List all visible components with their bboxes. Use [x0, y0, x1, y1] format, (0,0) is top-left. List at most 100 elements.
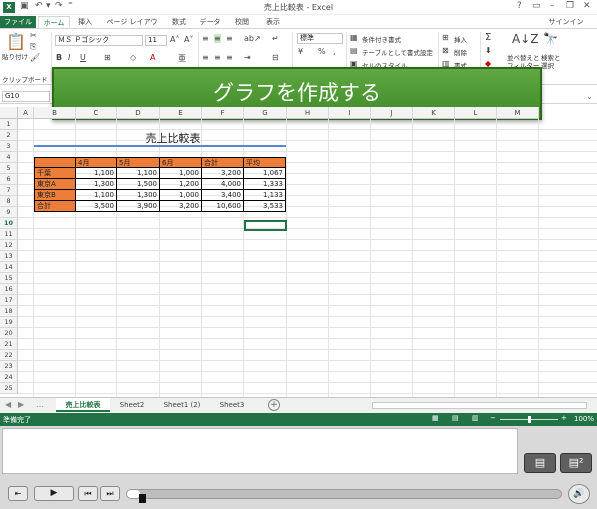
skip-forward-icon[interactable]: ⏭: [100, 486, 120, 501]
tab-review[interactable]: 校閲: [231, 16, 253, 28]
active-cell-cursor[interactable]: [244, 220, 287, 231]
play-icon[interactable]: ▶: [34, 486, 74, 501]
row-header-16[interactable]: 16: [0, 284, 18, 295]
column-header-K[interactable]: K: [413, 107, 455, 119]
row-header-22[interactable]: 22: [0, 350, 18, 361]
delete-cells-button[interactable]: 削除: [454, 47, 467, 57]
table-header-cell[interactable]: 4月: [76, 157, 117, 168]
underline-icon[interactable]: U: [80, 53, 86, 62]
row-header-19[interactable]: 19: [0, 317, 18, 328]
column-header-L[interactable]: L: [455, 107, 497, 119]
paste-icon[interactable]: 📋: [6, 32, 26, 51]
table-cell[interactable]: 1,333: [244, 179, 286, 190]
bold-icon[interactable]: B: [56, 53, 62, 62]
conditional-format-button[interactable]: 条件付き書式: [362, 34, 401, 44]
table-cell[interactable]: 1,100: [76, 168, 117, 179]
tab-file[interactable]: ファイル: [0, 16, 36, 28]
table-cell[interactable]: 1,133: [244, 190, 286, 201]
insert-cells-icon[interactable]: ⊞: [442, 33, 449, 42]
close-icon[interactable]: ✕: [583, 1, 591, 11]
align-bottom-icon[interactable]: ≡: [226, 34, 233, 43]
progress-thumb[interactable]: [139, 494, 147, 503]
row-header-24[interactable]: 24: [0, 372, 18, 383]
exit-icon[interactable]: ⇤: [8, 486, 28, 501]
conditional-format-icon[interactable]: ▦: [350, 33, 358, 42]
format-painter-icon[interactable]: 🖌: [30, 53, 40, 62]
find-select-button-line2[interactable]: 選択: [541, 60, 554, 70]
fill-color-icon[interactable]: ◇: [130, 53, 136, 62]
table-cell[interactable]: 3,533: [244, 201, 286, 212]
column-header-C[interactable]: C: [76, 107, 117, 119]
sheet-tab-sheet2[interactable]: Sheet2: [112, 398, 152, 412]
column-header-F[interactable]: F: [202, 107, 244, 119]
italic-icon[interactable]: I: [68, 53, 70, 62]
table-header-cell[interactable]: [34, 157, 76, 168]
progress-track[interactable]: [126, 489, 562, 499]
align-right-icon[interactable]: ≡: [226, 53, 233, 62]
column-header-E[interactable]: E: [160, 107, 202, 119]
table-header-cell[interactable]: 6月: [160, 157, 202, 168]
table-header-cell[interactable]: 5月: [117, 157, 160, 168]
row-header-23[interactable]: 23: [0, 361, 18, 372]
phonetic-icon[interactable]: 亜: [178, 53, 186, 64]
delete-cells-icon[interactable]: ⊠: [442, 46, 449, 55]
table-row-label[interactable]: 合計: [34, 201, 76, 212]
table-cell[interactable]: 3,400: [202, 190, 244, 201]
zoom-in-icon[interactable]: +: [561, 414, 567, 422]
name-box[interactable]: G10: [2, 91, 50, 102]
next-sheet-icon[interactable]: ▶: [18, 400, 24, 409]
row-header-7[interactable]: 7: [0, 185, 18, 196]
expand-formula-bar-icon[interactable]: ⌄: [586, 92, 593, 101]
fill-icon[interactable]: ⬇: [485, 46, 492, 55]
table-cell[interactable]: 3,200: [160, 201, 202, 212]
row-header-17[interactable]: 17: [0, 295, 18, 306]
table-row-label[interactable]: 東京B: [34, 190, 76, 201]
align-left-icon[interactable]: ≡: [202, 53, 209, 62]
table-cell[interactable]: 1,067: [244, 168, 286, 179]
row-header-8[interactable]: 8: [0, 196, 18, 207]
row-header-21[interactable]: 21: [0, 339, 18, 350]
insert-cells-button[interactable]: 挿入: [454, 34, 467, 44]
table-cell[interactable]: 3,500: [76, 201, 117, 212]
table-cell[interactable]: 1,300: [76, 179, 117, 190]
row-header-4[interactable]: 4: [0, 152, 18, 163]
table-header-cell[interactable]: 合計: [202, 157, 244, 168]
table-row-label[interactable]: 千葉: [34, 168, 76, 179]
copy-icon[interactable]: ⎘: [30, 42, 36, 52]
prev-sheet-icon[interactable]: ◀: [5, 400, 11, 409]
orientation-icon[interactable]: ab↗: [244, 34, 261, 43]
column-header-B[interactable]: B: [34, 107, 76, 119]
tab-view[interactable]: 表示: [262, 16, 284, 28]
page-2-icon[interactable]: ▤²: [560, 453, 592, 473]
font-size-select[interactable]: 11: [145, 35, 167, 46]
table-cell[interactable]: 1,100: [117, 168, 160, 179]
table-cell[interactable]: 1,300: [117, 190, 160, 201]
column-header-I[interactable]: I: [329, 107, 371, 119]
column-header-D[interactable]: D: [117, 107, 160, 119]
row-header-20[interactable]: 20: [0, 328, 18, 339]
row-header-13[interactable]: 13: [0, 251, 18, 262]
minimize-icon[interactable]: –: [550, 1, 555, 11]
font-color-icon[interactable]: A: [150, 53, 155, 62]
row-header-5[interactable]: 5: [0, 163, 18, 174]
zoom-out-icon[interactable]: −: [490, 414, 496, 422]
align-center-icon[interactable]: ≡: [214, 53, 221, 62]
column-header-H[interactable]: H: [287, 107, 329, 119]
row-header-10[interactable]: 10: [0, 218, 18, 229]
row-header-14[interactable]: 14: [0, 262, 18, 273]
align-top-icon[interactable]: ≡: [202, 34, 209, 43]
page-break-view-icon[interactable]: ▥: [472, 414, 479, 422]
restore-icon[interactable]: ❐: [566, 1, 574, 11]
row-header-2[interactable]: 2: [0, 130, 18, 141]
table-cell[interactable]: 1,000: [160, 168, 202, 179]
find-select-icon[interactable]: 🔭: [543, 32, 558, 46]
table-cell[interactable]: 3,900: [117, 201, 160, 212]
cut-icon[interactable]: ✂: [30, 31, 37, 40]
row-header-15[interactable]: 15: [0, 273, 18, 284]
table-row-label[interactable]: 東京A: [34, 179, 76, 190]
sheet-tab-sheet1-2[interactable]: Sheet1 (2): [156, 398, 208, 412]
row-header-11[interactable]: 11: [0, 229, 18, 240]
page-1-icon[interactable]: ▤: [524, 453, 556, 473]
more-sheets-icon[interactable]: …: [36, 400, 44, 409]
percent-icon[interactable]: %: [318, 47, 326, 56]
